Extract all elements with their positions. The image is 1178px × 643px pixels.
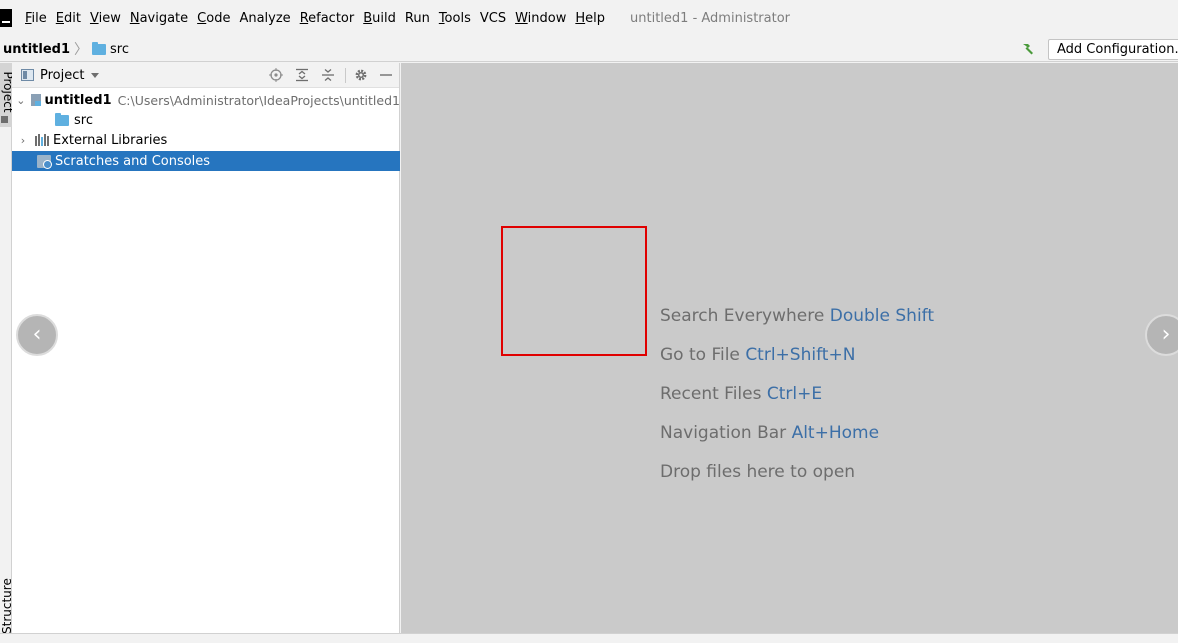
menu-code-mnemonic: C — [197, 11, 207, 26]
menu-window[interactable]: Window — [515, 11, 566, 26]
menu-file[interactable]: File — [25, 11, 47, 26]
gear-icon[interactable] — [354, 68, 368, 82]
menu-build[interactable]: Build — [363, 11, 396, 26]
menu-refactor-mnemonic: R — [299, 11, 309, 26]
menu-refactor-label: efactor — [308, 11, 355, 26]
intellij-logo-icon — [0, 8, 12, 27]
window-title: untitled1 - Administrator — [630, 11, 791, 26]
tree-row-project-root[interactable]: ⌄ untitled1 C:\Users\Administrator\IdeaP… — [12, 90, 400, 110]
menu-tools[interactable]: Tools — [439, 11, 471, 26]
tree-label-scratches: Scratches and Consoles — [55, 153, 211, 169]
highlight-box — [501, 226, 647, 356]
menu-analyze[interactable]: Analyze — [239, 11, 290, 26]
breadcrumb-separator: 〉 — [74, 42, 89, 58]
hint-search-everywhere: Search Everywhere Double Shift — [660, 306, 934, 326]
menu-view[interactable]: View — [90, 11, 121, 26]
header-divider — [345, 68, 346, 83]
hint-shortcut: Ctrl+E — [766, 384, 823, 404]
hint-recent-files: Recent Files Ctrl+E — [660, 384, 822, 404]
menu-edit[interactable]: Edit — [56, 11, 81, 26]
chevron-down-icon[interactable] — [91, 72, 100, 78]
expand-all-icon[interactable] — [295, 68, 309, 82]
menu-help[interactable]: Help — [575, 11, 605, 26]
menu-code[interactable]: Code — [197, 11, 230, 26]
breadcrumb-src[interactable]: src — [92, 41, 130, 57]
tree-row-external-libraries[interactable]: › External Libraries — [12, 130, 400, 150]
menu-vcs-label: VCS — [479, 11, 507, 26]
hint-shortcut: Ctrl+Shift+N — [745, 345, 856, 365]
project-panel-title[interactable]: Project — [40, 68, 84, 83]
project-tab-icon — [1, 116, 8, 123]
menu-build-mnemonic: B — [363, 11, 373, 26]
menu-navigate[interactable]: Navigate — [130, 11, 188, 26]
module-icon — [30, 94, 41, 106]
scratches-icon — [37, 154, 52, 169]
collapse-all-icon[interactable] — [321, 68, 335, 82]
menu-help-mnemonic: H — [575, 11, 586, 26]
hint-label: Recent Files — [660, 384, 762, 404]
menu-analyze-label: Analyze — [239, 11, 291, 26]
tree-label-external-libraries: External Libraries — [53, 132, 168, 148]
build-hammer-icon[interactable] — [1020, 41, 1036, 57]
menu-code-label: ode — [206, 11, 231, 26]
hint-shortcut: Alt+Home — [791, 423, 880, 443]
menu-view-label: iew — [98, 11, 121, 26]
menu-build-label: uild — [372, 11, 396, 26]
breadcrumb-project[interactable]: untitled1 — [3, 42, 70, 57]
chevron-down-icon[interactable]: ⌄ — [16, 94, 26, 107]
menu-window-mnemonic: W — [515, 11, 528, 26]
menu-window-label: indow — [527, 11, 567, 26]
tree-label-project: untitled1 — [44, 92, 112, 108]
project-tool-window: Project ⌄ untitled1 C:\Users\Administrat… — [12, 63, 400, 633]
menu-run[interactable]: Run — [405, 11, 430, 26]
menu-file-label: ile — [31, 11, 47, 26]
hint-label: Drop files here to open — [660, 462, 856, 482]
tree-project-path: C:\Users\Administrator\IdeaProjects\unti… — [117, 92, 400, 108]
tree-row-scratches[interactable]: Scratches and Consoles — [12, 151, 400, 171]
project-view-icon — [21, 69, 34, 81]
hint-navigation-bar: Navigation Bar Alt+Home — [660, 423, 879, 443]
menu-navigate-mnemonic: N — [129, 11, 140, 26]
menu-vcs[interactable]: VCS — [480, 11, 506, 26]
menu-view-mnemonic: V — [89, 11, 99, 26]
navigation-bar: untitled1 〉 src Add Configuration... — [0, 37, 1178, 62]
previous-arrow-button[interactable]: ‹ — [16, 314, 58, 356]
menu-edit-label: dit — [64, 11, 81, 26]
folder-icon — [55, 112, 69, 126]
hint-label: Navigation Bar — [660, 423, 787, 443]
editor-area[interactable]: Search Everywhere Double Shift Go to Fil… — [401, 63, 1178, 633]
hint-shortcut: Double Shift — [829, 306, 935, 326]
menu-edit-mnemonic: E — [55, 11, 64, 26]
tree-row-src[interactable]: src — [12, 110, 400, 130]
chevron-right-icon[interactable]: › — [16, 134, 30, 147]
tree-label-src: src — [74, 112, 93, 128]
status-bar — [0, 633, 1178, 643]
locate-target-icon[interactable] — [269, 68, 283, 82]
menu-bar: File Edit View Navigate Code Analyze Ref… — [0, 0, 1178, 37]
hint-label: Go to File — [660, 345, 740, 365]
project-panel-header: Project — [12, 63, 399, 88]
menu-navigate-label: avigate — [139, 11, 189, 26]
library-icon — [35, 134, 49, 146]
menu-run-label: Run — [404, 11, 430, 26]
menu-refactor[interactable]: Refactor — [300, 11, 355, 26]
hint-go-to-file: Go to File Ctrl+Shift+N — [660, 345, 855, 365]
hide-panel-icon[interactable] — [379, 68, 393, 82]
folder-icon — [92, 41, 107, 55]
hint-label: Search Everywhere — [660, 306, 825, 326]
hint-drop-files: Drop files here to open — [660, 462, 855, 482]
breadcrumb-src-label: src — [110, 41, 130, 57]
add-configuration-button[interactable]: Add Configuration... — [1048, 39, 1178, 60]
menu-help-label: elp — [585, 11, 606, 26]
left-tool-strip: Project Structure — [0, 63, 15, 634]
menu-tools-label: ools — [444, 11, 471, 26]
tool-tab-project[interactable]: Project — [0, 63, 15, 127]
